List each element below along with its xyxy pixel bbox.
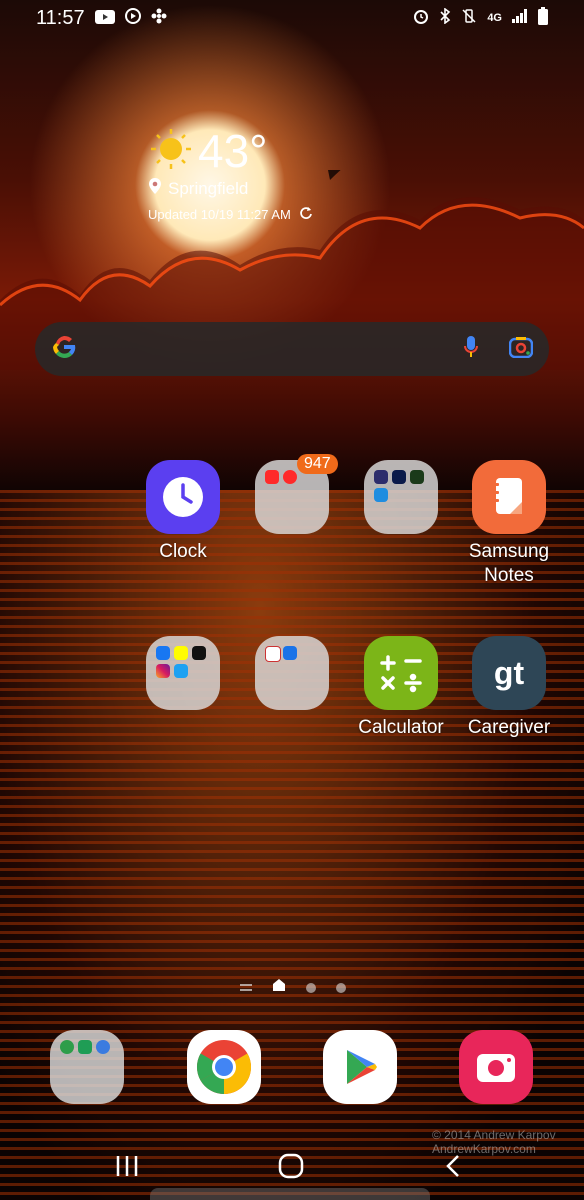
status-time: 11:57: [36, 6, 85, 29]
dock-folder-icon[interactable]: [50, 1030, 124, 1104]
signal-icon: [512, 8, 528, 28]
hulu-mini-icon: [410, 470, 424, 484]
folder-youtube[interactable]: 947: [242, 454, 342, 534]
calculator-icon: [364, 636, 438, 710]
gesture-handle: [150, 1188, 430, 1200]
folder-streaming[interactable]: [351, 460, 451, 534]
app-label-samsung-notes: Samsung Notes: [468, 541, 550, 586]
home-page-indicator-icon: [272, 978, 286, 997]
notes-icon: [472, 460, 546, 534]
folder-cbt[interactable]: [242, 636, 342, 710]
facebook-mini-icon: [156, 646, 170, 660]
hbo-max-mini-icon: [374, 470, 388, 484]
app-clock[interactable]: Clock: [133, 460, 233, 564]
folder-icon: [146, 636, 220, 710]
app-label-calculator: Calculator: [358, 717, 444, 738]
recent-apps-button[interactable]: [114, 1154, 140, 1183]
folder-icon: 947: [255, 454, 338, 534]
back-button[interactable]: [444, 1154, 464, 1183]
youtube-notification-icon: [94, 7, 115, 30]
app-samsung-notes[interactable]: Samsung Notes: [459, 460, 559, 588]
folder-social[interactable]: [133, 636, 233, 710]
app-label-clock: Clock: [159, 541, 207, 562]
page-indicator[interactable]: [240, 978, 346, 997]
home-button[interactable]: [277, 1152, 305, 1185]
prime-video-mini-icon: [374, 488, 388, 502]
google-search-bar[interactable]: [35, 322, 549, 376]
youtube-mini-icon: [265, 470, 279, 484]
snapchat-mini-icon: [174, 646, 188, 660]
tiktok-mini-icon: [192, 646, 206, 660]
notification-badge: 947: [297, 454, 338, 474]
cbt-mini-icon: [265, 646, 281, 662]
play-store-icon[interactable]: [323, 1030, 397, 1104]
network-type-label: 4G: [487, 12, 502, 24]
weather-updated: Updated 10/19 11:27 AM: [148, 206, 313, 223]
fan-notification-icon: [151, 7, 167, 30]
folder-icon: [255, 636, 329, 710]
microphone-icon[interactable]: [463, 335, 479, 364]
venmo-mini-icon: [283, 646, 297, 660]
weather-location-label: Springfield: [168, 178, 249, 198]
page-dot: [336, 982, 346, 993]
instagram-mini-icon: [156, 664, 170, 678]
google-lens-icon[interactable]: [508, 336, 534, 363]
phone-mini-icon: [60, 1040, 74, 1054]
caregiver-icon: gt: [472, 636, 546, 710]
messages-mini-icon: [78, 1040, 92, 1054]
weather-temperature: 43°: [198, 125, 268, 177]
sunny-icon: [148, 126, 194, 177]
vibrate-mute-icon: [461, 8, 477, 29]
bluetooth-icon: [439, 6, 451, 29]
page-dot: [306, 982, 316, 993]
app-caregiver[interactable]: gt Caregiver: [459, 636, 559, 740]
chat-mini-icon: [96, 1040, 110, 1054]
status-bar: 11:57 4G: [0, 0, 584, 36]
folder-icon: [364, 460, 438, 534]
alarm-icon: [413, 8, 429, 29]
disney-plus-mini-icon: [392, 470, 406, 484]
navigation-bar: [0, 1148, 584, 1188]
weather-location: Springfield: [148, 178, 248, 199]
caregiver-icon-text: gt: [493, 654, 525, 691]
refresh-icon[interactable]: [299, 206, 313, 223]
page-indicator-lines-icon: [240, 979, 252, 997]
battery-icon: [538, 6, 548, 30]
app-label-caregiver: Caregiver: [467, 717, 551, 738]
camera-icon[interactable]: [459, 1030, 533, 1104]
media-notification-icon: [124, 7, 141, 30]
youtube-music-mini-icon: [283, 470, 297, 484]
location-pin-icon: [148, 178, 162, 199]
twitter-mini-icon: [174, 664, 188, 678]
google-logo-icon: [51, 334, 77, 365]
clock-icon: [146, 460, 220, 534]
app-calculator[interactable]: Calculator: [351, 636, 451, 740]
dock: [0, 1030, 584, 1104]
weather-updated-label: Updated 10/19 11:27 AM: [148, 207, 291, 222]
chrome-icon[interactable]: [187, 1030, 261, 1104]
